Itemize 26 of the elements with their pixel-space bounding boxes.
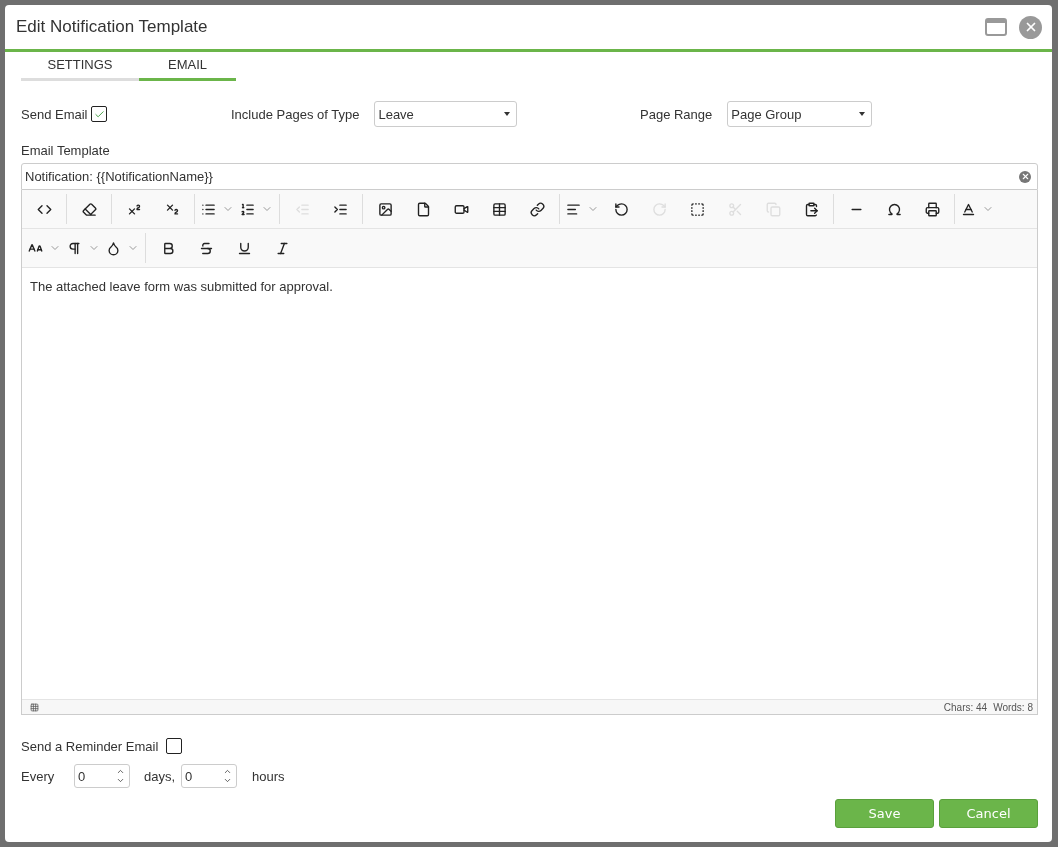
tab[interactable]: EMAIL [139,52,236,81]
field-label: Include Pages of Type [231,106,360,122]
grid-icon [30,702,39,712]
field-label: Page Range [640,106,713,122]
checkbox[interactable] [91,106,108,122]
days-spinner[interactable]: 0 [74,764,130,788]
clear-icon[interactable] [1019,170,1031,183]
unit-label: days, [144,768,176,784]
hours-spinner[interactable]: 0 [181,764,238,788]
dialog-title: Edit Notification Template [16,17,209,37]
char-count: Chars: 44 [943,701,988,713]
field-label: Send a Reminder Email [21,738,159,754]
field-label: Every [21,768,56,784]
close-icon[interactable] [1019,15,1042,39]
maximize-icon[interactable] [985,18,1007,36]
field-label: Send Email [21,106,88,122]
unit-label: hours [252,768,285,784]
checkbox[interactable] [166,738,183,754]
page-type-select[interactable]: Leave [374,101,518,127]
subject-field[interactable]: Notification: {{NotificationName}} [21,163,1038,190]
tab[interactable]: SETTINGS [21,52,139,81]
field-label: Email Template [21,143,111,158]
check-icon [94,108,105,120]
page-range-select[interactable]: Page Group [727,101,873,127]
editor-text[interactable]: The attached leave form was submitted for approval. [22,268,1037,699]
word-count: Words: 8 [993,701,1033,713]
